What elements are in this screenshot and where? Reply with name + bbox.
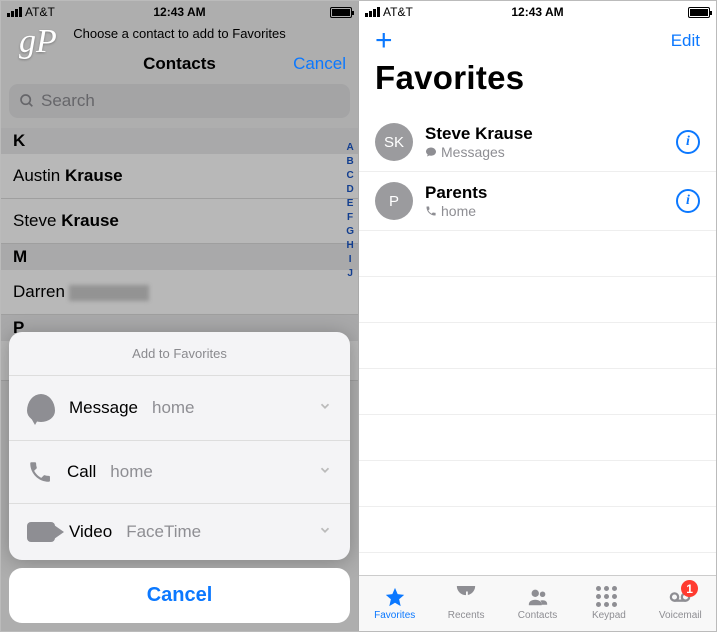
contacts-icon xyxy=(525,586,551,608)
message-icon xyxy=(425,146,437,158)
info-button[interactable]: i xyxy=(676,189,700,213)
left-screen: AT&T 12:43 AM Choose a contact to add to… xyxy=(1,1,359,631)
tab-recents[interactable]: Recents xyxy=(430,576,501,631)
avatar: P xyxy=(375,182,413,220)
voicemail-badge: 1 xyxy=(681,580,698,597)
action-sheet: Add to Favorites Message home Call home … xyxy=(9,332,350,623)
list-item xyxy=(359,461,716,507)
action-sheet-cancel-button[interactable]: Cancel xyxy=(9,568,350,623)
page-title: Favorites xyxy=(359,57,716,113)
favorite-row[interactable]: SK Steve Krause Messages i xyxy=(359,113,716,172)
favorite-name: Steve Krause xyxy=(425,124,533,144)
action-call[interactable]: Call home xyxy=(9,440,350,503)
action-video[interactable]: Video FaceTime xyxy=(9,503,350,560)
chevron-down-icon xyxy=(318,462,332,482)
star-icon xyxy=(382,586,408,608)
section-header-k: K xyxy=(1,128,358,154)
list-item xyxy=(359,323,716,369)
avatar: SK xyxy=(375,123,413,161)
action-message[interactable]: Message home xyxy=(9,375,350,440)
list-item xyxy=(359,231,716,277)
contact-row[interactable]: Steve Krause xyxy=(1,199,358,244)
search-input[interactable]: Search xyxy=(9,84,350,118)
edit-button[interactable]: Edit xyxy=(671,31,700,51)
contacts-cancel-button[interactable]: Cancel xyxy=(293,54,346,74)
favorite-row[interactable]: P Parents home i xyxy=(359,172,716,231)
section-header-m: M xyxy=(1,244,358,270)
battery-icon xyxy=(688,7,710,18)
status-bar: AT&T 12:43 AM xyxy=(1,1,358,21)
list-item xyxy=(359,507,716,553)
list-item xyxy=(359,415,716,461)
tab-contacts[interactable]: Contacts xyxy=(502,576,573,631)
search-icon xyxy=(19,93,35,109)
tab-bar: Favorites Recents Contacts Keypad 1 Voic… xyxy=(359,575,716,631)
contact-row[interactable]: Darren xyxy=(1,270,358,315)
carrier-label: AT&T xyxy=(383,5,413,19)
watermark: gP xyxy=(19,23,57,61)
carrier-label: AT&T xyxy=(25,5,55,19)
message-icon xyxy=(27,394,55,422)
list-item xyxy=(359,369,716,415)
phone-icon xyxy=(425,205,437,217)
favorite-name: Parents xyxy=(425,183,487,203)
signal-icon xyxy=(365,7,380,17)
info-button[interactable]: i xyxy=(676,130,700,154)
chevron-down-icon xyxy=(318,522,332,542)
action-sheet-title: Add to Favorites xyxy=(9,332,350,375)
chevron-down-icon xyxy=(318,398,332,418)
battery-icon xyxy=(330,7,352,18)
signal-icon xyxy=(7,7,22,17)
contact-row[interactable]: Austin Krause xyxy=(1,154,358,199)
tab-keypad[interactable]: Keypad xyxy=(573,576,644,631)
add-button[interactable]: + xyxy=(375,31,393,51)
keypad-icon xyxy=(596,586,622,608)
tab-voicemail[interactable]: 1 Voicemail xyxy=(645,576,716,631)
tab-favorites[interactable]: Favorites xyxy=(359,576,430,631)
list-item xyxy=(359,277,716,323)
status-bar: AT&T 12:43 AM xyxy=(359,1,716,21)
video-icon xyxy=(27,522,55,542)
clock-icon xyxy=(453,586,479,608)
phone-icon xyxy=(27,459,53,485)
right-screen: AT&T 12:43 AM + Edit Favorites SK Steve … xyxy=(359,1,716,631)
search-placeholder: Search xyxy=(41,91,95,111)
redacted-text xyxy=(69,285,149,301)
